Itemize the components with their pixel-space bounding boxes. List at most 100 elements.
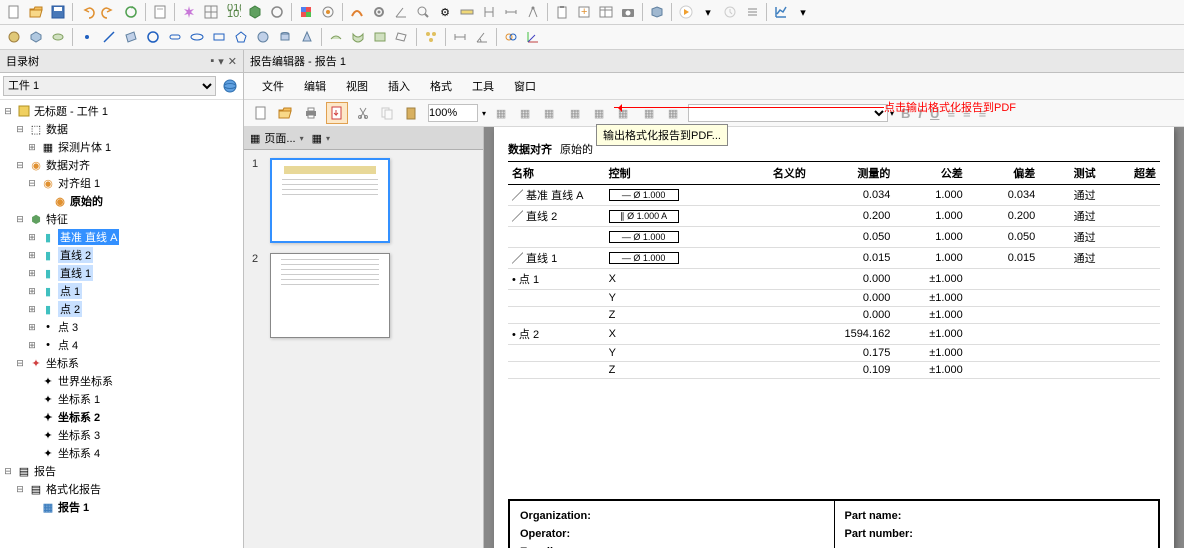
main-toolbar-2 [0,25,1184,50]
copy-icon[interactable] [376,102,398,124]
box-icon[interactable] [647,2,667,22]
globe-icon[interactable] [220,76,240,96]
surf1-icon[interactable] [326,27,346,47]
refresh-icon[interactable] [121,2,141,22]
redo-icon[interactable] [99,2,119,22]
t2-icon[interactable]: ▦ [514,102,536,124]
target-icon[interactable] [318,2,338,22]
doc1-icon[interactable] [150,2,170,22]
bits-icon[interactable]: 010101 [223,2,243,22]
table-row: Z0.000±1.000 [508,307,1160,324]
shape2-icon[interactable] [26,27,46,47]
zoom-icon[interactable] [413,2,433,22]
save-icon[interactable] [48,2,68,22]
t3-icon[interactable]: ▦ [538,102,560,124]
caliper-icon[interactable] [479,2,499,22]
cs-icon[interactable] [523,27,543,47]
t5-icon[interactable]: ▦ [588,102,610,124]
elli-icon[interactable] [187,27,207,47]
angle-icon[interactable] [391,2,411,22]
curve-icon[interactable] [347,2,367,22]
grid-icon[interactable] [201,2,221,22]
svg-text:101: 101 [227,8,241,20]
menu-view[interactable]: 视图 [336,75,378,97]
export-pdf-icon[interactable] [326,102,348,124]
play-icon[interactable] [676,2,696,22]
cyl-icon[interactable] [275,27,295,47]
table-row: ╱ 基准 直线 A— Ø 1.0000.0341.0000.034通过 [508,185,1160,206]
t4-icon[interactable]: ▦ [564,102,586,124]
rubik-icon[interactable] [296,2,316,22]
circ-icon[interactable] [143,27,163,47]
t1-icon[interactable]: ▦ [490,102,512,124]
rect-icon[interactable] [209,27,229,47]
surf3-icon[interactable] [370,27,390,47]
shape3-icon[interactable] [48,27,68,47]
tree-panel: 目录树 ▪ ▾ ✕ 工件 1 ⊟无标题 - 工件 1 ⊟⬚数据 ⊞▦探测片体 1… [0,50,244,548]
menu-tools[interactable]: 工具 [462,75,504,97]
poly2-icon[interactable] [392,27,412,47]
report-viewport[interactable]: 数据对齐原始的 名称 控制 名义的 测量的 公差 偏差 测试 超差 ╱ 基准 直… [484,127,1184,548]
slot-icon[interactable] [165,27,185,47]
burst-icon[interactable] [179,2,199,22]
poly-icon[interactable] [231,27,251,47]
cone-icon[interactable] [297,27,317,47]
pdf-tooltip: 输出格式化报告到PDF... [596,124,728,146]
tool1-icon[interactable]: ⚙ [435,2,455,22]
new-doc-icon[interactable] [250,102,272,124]
undo-icon[interactable] [77,2,97,22]
close-icon[interactable]: ✕ [228,55,237,68]
cube-icon[interactable] [245,2,265,22]
list-icon[interactable] [742,2,762,22]
zoom-input[interactable] [428,104,478,122]
menu-window[interactable]: 窗口 [504,75,546,97]
sph-icon[interactable] [253,27,273,47]
table-icon[interactable] [596,2,616,22]
circle-icon[interactable] [267,2,287,22]
t7-icon[interactable]: ▦ [638,102,660,124]
open-doc-icon[interactable] [274,102,296,124]
cut-icon[interactable] [352,102,374,124]
thumb-page-2[interactable]: 2 [252,253,475,338]
piece-select[interactable]: 工件 1 [3,76,216,96]
menu-edit[interactable]: 编辑 [294,75,336,97]
pin-icon[interactable]: ▪ [210,55,214,68]
compass-icon[interactable] [523,2,543,22]
t8-icon[interactable]: ▦ [662,102,684,124]
ruler-icon[interactable] [457,2,477,22]
report-page: 数据对齐原始的 名称 控制 名义的 测量的 公差 偏差 测试 超差 ╱ 基准 直… [494,127,1174,548]
table-row: • 点 1X0.000±1.000 [508,269,1160,290]
chart-dd-icon[interactable]: ▾ [793,2,813,22]
chart-icon[interactable] [771,2,791,22]
gear-icon[interactable] [369,2,389,22]
thumb-tab[interactable]: ▦页面...▾▦▾ [244,127,483,150]
group-icon[interactable] [421,27,441,47]
new-icon[interactable] [4,2,24,22]
dd-icon[interactable]: ▾ [218,55,224,68]
paste-icon[interactable] [400,102,422,124]
print-icon[interactable] [300,102,322,124]
clock-icon[interactable] [720,2,740,22]
table-row: ╱ 直线 1— Ø 1.0000.0151.0000.015通过 [508,248,1160,269]
report-editor: 报告编辑器 - 报告 1 文件 编辑 视图 插入 格式 工具 窗口 ▾ ▦ ▦ … [244,50,1184,548]
add-icon[interactable]: + [574,2,594,22]
camera-icon[interactable] [618,2,638,22]
menu-format[interactable]: 格式 [420,75,462,97]
dropdown-icon[interactable]: ▾ [698,2,718,22]
line-icon[interactable] [99,27,119,47]
menu-insert[interactable]: 插入 [378,75,420,97]
data-table: 名称 控制 名义的 测量的 公差 偏差 测试 超差 ╱ 基准 直线 A— Ø 1… [508,162,1160,379]
measure-icon[interactable] [501,2,521,22]
ang-icon[interactable] [472,27,492,47]
thumb-page-1[interactable]: 1 [252,158,475,243]
clipboard-icon[interactable] [552,2,572,22]
open-icon[interactable] [26,2,46,22]
shape1-icon[interactable] [4,27,24,47]
dot-icon[interactable] [77,27,97,47]
menu-file[interactable]: 文件 [252,75,294,97]
dist-icon[interactable] [450,27,470,47]
surf2-icon[interactable] [348,27,368,47]
tree[interactable]: ⊟无标题 - 工件 1 ⊟⬚数据 ⊞▦探测片体 1 ⊟◉数据对齐 ⊟◉对齐组 1… [0,100,243,548]
align-icon[interactable] [501,27,521,47]
plane-icon[interactable] [121,27,141,47]
